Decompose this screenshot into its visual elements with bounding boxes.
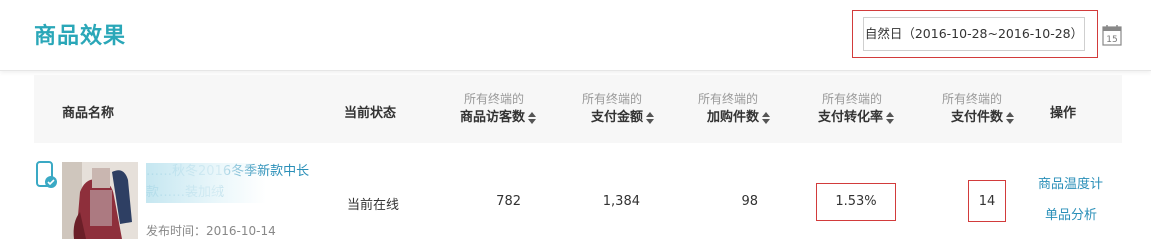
calendar-icon[interactable]: 15 [1102, 24, 1122, 46]
svg-text:15: 15 [1106, 35, 1117, 45]
col-header-name: 商品名称 [62, 106, 115, 121]
col-header-pay-amount[interactable]: 所有终端的 支付金额 [554, 91, 654, 128]
col-header-pay-amount-label: 支付金额 [590, 110, 643, 125]
col-header-visitors[interactable]: 所有终端的 商品访客数 [436, 91, 536, 128]
col-header-visitors-label: 商品访客数 [459, 110, 525, 125]
date-range-highlight: 自然日（2016-10-28~2016-10-28） [852, 10, 1098, 58]
sort-icon[interactable] [1006, 111, 1014, 124]
status-text: 当前在线 [347, 198, 400, 213]
product-thermometer-link[interactable]: 商品温度计 [1038, 173, 1103, 192]
sort-icon[interactable] [528, 111, 536, 124]
table-row: ……秋冬2016冬季新款中长 款……装加绒 发布时间：2016-10-14 当前… [34, 143, 1122, 252]
page-header: 商品效果 自然日（2016-10-28~2016-10-28） 15 [0, 0, 1151, 71]
visitors-value: 782 [496, 194, 521, 209]
col-header-pay-count-sub: 所有终端的 [941, 92, 1002, 106]
col-header-pay-count[interactable]: 所有终端的 支付件数 [904, 91, 1014, 128]
col-header-visitors-sub: 所有终端的 [463, 92, 524, 106]
col-header-cart-sub: 所有终端的 [697, 92, 758, 106]
sort-icon[interactable] [646, 111, 654, 124]
redacted-overlay [146, 163, 266, 203]
single-product-analysis-link[interactable]: 单品分析 [1045, 204, 1097, 223]
publish-date: 发布时间：2016-10-14 [146, 224, 276, 238]
col-header-conversion-label: 支付转化率 [817, 110, 883, 125]
col-header-ops: 操作 [1050, 106, 1077, 121]
sort-icon[interactable] [886, 111, 894, 124]
mobile-online-icon [36, 161, 57, 188]
col-header-cart-label: 加购件数 [706, 110, 759, 125]
col-header-conversion-sub: 所有终端的 [821, 92, 882, 106]
cart-value: 98 [741, 194, 758, 209]
date-range-selector[interactable]: 自然日（2016-10-28~2016-10-28） [863, 17, 1085, 51]
pay-amount-value: 1,384 [602, 194, 640, 209]
sort-icon[interactable] [762, 111, 770, 124]
col-header-pay-amount-sub: 所有终端的 [581, 92, 642, 106]
conversion-value: 1.53% [835, 194, 877, 209]
page-title: 商品效果 [34, 24, 127, 49]
product-thumbnail[interactable] [62, 162, 138, 239]
col-header-conversion[interactable]: 所有终端的 支付转化率 [784, 91, 894, 128]
col-header-cart[interactable]: 所有终端的 加购件数 [670, 91, 770, 128]
pay-count-value: 14 [978, 194, 996, 209]
col-header-status: 当前状态 [344, 106, 397, 121]
col-header-pay-count-label: 支付件数 [950, 110, 1003, 125]
table-header: 商品名称 当前状态 所有终端的 商品访客数 所有终端的 支付金额 所有终端的 加… [34, 75, 1122, 144]
